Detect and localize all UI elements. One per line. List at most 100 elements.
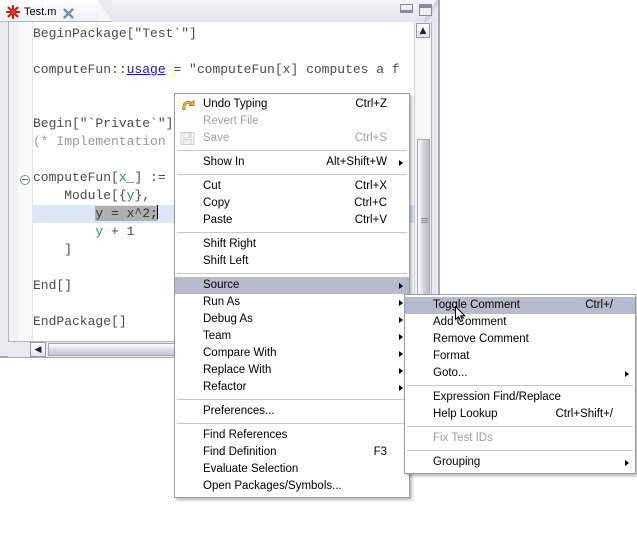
code-token: }, — [134, 188, 151, 203]
editor-tab-test-m[interactable]: Test.m — [0, 0, 98, 22]
menu-item-label: Save — [203, 132, 230, 144]
submenu-arrow-icon — [625, 370, 629, 377]
submenu-arrow-icon — [399, 350, 403, 357]
menu-item-label: Copy — [203, 197, 230, 209]
code-line: BeginPackage["Test`"] — [33, 25, 415, 43]
menu-separator — [177, 174, 407, 175]
mathematica-spikey-icon — [5, 4, 21, 19]
menu-item-label: Shift Right — [203, 238, 257, 250]
menu-item-preferences[interactable]: Preferences... — [175, 403, 409, 420]
menu-item-goto[interactable]: Goto... — [405, 365, 635, 382]
menu-separator — [407, 450, 633, 451]
menu-item-label: Undo Typing — [203, 98, 268, 110]
menu-item-team[interactable]: Team — [175, 328, 409, 345]
scroll-left-icon[interactable]: ◀ — [30, 342, 46, 357]
menu-item-help-lookup[interactable]: Help Lookup Ctrl+Shift+/ — [405, 406, 635, 423]
context-menu[interactable]: Undo Typing Ctrl+Z Revert File Save Ctrl+S Sh… — [174, 93, 410, 498]
menu-item-label: Remove Comment — [433, 333, 529, 345]
menu-item-label: Goto... — [433, 367, 468, 379]
menu-separator — [177, 399, 407, 400]
code-token: = "computeFun[x] computes a f — [165, 62, 400, 77]
scroll-left-glyph: ◀ — [34, 344, 42, 355]
menu-item-shortcut: Ctrl+/ — [585, 299, 613, 311]
menu-item-refactor[interactable]: Refactor — [175, 379, 409, 396]
code-token: (* Implementation — [33, 134, 166, 149]
submenu-arrow-icon — [399, 384, 403, 391]
code-token: EndPackage[] — [33, 314, 127, 329]
code-token: computeFun[ — [33, 170, 119, 185]
menu-item-format[interactable]: Format — [405, 348, 635, 365]
menu-item-label: Evaluate Selection — [203, 463, 299, 475]
code-token: ] — [33, 242, 73, 257]
menu-separator — [407, 426, 633, 427]
menu-item-label: Fix Test IDs — [433, 432, 493, 444]
menu-item-open-packages-symbols[interactable]: Open Packages/Symbols... — [175, 478, 409, 495]
menu-item-shortcut: Ctrl+Shift+/ — [555, 408, 613, 420]
menu-item-toggle-comment[interactable]: Toggle Comment Ctrl+/ — [405, 297, 635, 314]
code-token: Begin["`Private`"] — [33, 116, 174, 131]
menu-item-label: Team — [203, 330, 232, 342]
menu-item-revert-file: Revert File — [175, 113, 409, 130]
menu-item-label: Compare With — [203, 347, 277, 359]
menu-item-expression-find-replace[interactable]: Expression Find/Replace — [405, 389, 635, 406]
submenu-arrow-icon — [625, 459, 629, 466]
menu-item-shortcut: F3 — [373, 446, 387, 458]
menu-item-debug-as[interactable]: Debug As — [175, 311, 409, 328]
menu-item-shift-left[interactable]: Shift Left — [175, 253, 409, 270]
source-submenu[interactable]: Toggle Comment Ctrl+/ Add Comment Remove Co… — [404, 294, 636, 474]
menu-item-evaluate-selection[interactable]: Evaluate Selection — [175, 461, 409, 478]
code-line: computeFun::usage = "computeFun[x] compu… — [33, 61, 415, 79]
submenu-arrow-icon — [399, 282, 403, 289]
close-icon[interactable] — [63, 6, 75, 19]
tab-slant-decoration — [98, 0, 112, 22]
menu-item-replace-with[interactable]: Replace With — [175, 362, 409, 379]
menu-item-undo-typing[interactable]: Undo Typing Ctrl+Z — [175, 96, 409, 113]
minimize-button[interactable] — [400, 4, 413, 13]
maximize-button[interactable] — [419, 4, 432, 16]
scroll-up-icon[interactable]: ▲ — [416, 23, 430, 38]
menu-separator — [177, 150, 407, 151]
menu-item-paste[interactable]: Paste Ctrl+V — [175, 212, 409, 229]
menu-item-run-as[interactable]: Run As — [175, 294, 409, 311]
menu-item-label: Source — [203, 279, 240, 291]
window-controls — [400, 4, 432, 16]
submenu-arrow-icon — [399, 159, 403, 166]
code-token: Module[{ — [33, 188, 127, 203]
code-token: _] := — [126, 170, 166, 185]
submenu-arrow-icon — [399, 333, 403, 340]
menu-item-show-in[interactable]: Show In Alt+Shift+W — [175, 154, 409, 171]
fold-collapse-icon[interactable] — [20, 175, 30, 185]
menu-item-label: Find Definition — [203, 446, 277, 458]
menu-item-cut[interactable]: Cut Ctrl+X — [175, 178, 409, 195]
menu-item-shortcut: Ctrl+Z — [355, 98, 387, 110]
submenu-arrow-icon — [399, 299, 403, 306]
menu-item-remove-comment[interactable]: Remove Comment — [405, 331, 635, 348]
menu-item-label: Paste — [203, 214, 233, 226]
menu-item-label: Toggle Comment — [433, 299, 520, 311]
menu-item-label: Refactor — [203, 381, 247, 393]
menu-item-find-definition[interactable]: Find Definition F3 — [175, 444, 409, 461]
menu-item-add-comment[interactable]: Add Comment — [405, 314, 635, 331]
menu-item-label: Shift Left — [203, 255, 249, 267]
submenu-arrow-icon — [399, 316, 403, 323]
menu-item-shortcut: Ctrl+X — [354, 180, 387, 192]
vertical-scroll-thumb[interactable] — [417, 139, 430, 304]
menu-item-label: Help Lookup — [433, 408, 498, 420]
menu-item-shift-right[interactable]: Shift Right — [175, 236, 409, 253]
menu-item-shortcut: Ctrl+S — [354, 132, 387, 144]
menu-item-find-references[interactable]: Find References — [175, 427, 409, 444]
code-token: BeginPackage["Test`"] — [33, 26, 197, 41]
menu-item-label: Grouping — [433, 456, 481, 468]
menu-item-grouping[interactable]: Grouping — [405, 454, 635, 471]
menu-separator — [177, 273, 407, 274]
menu-item-copy[interactable]: Copy Ctrl+C — [175, 195, 409, 212]
save-icon — [180, 131, 196, 146]
menu-separator — [407, 385, 633, 386]
menu-item-source[interactable]: Source — [175, 277, 409, 294]
menu-item-label: Format — [433, 350, 470, 362]
menu-item-compare-with[interactable]: Compare With — [175, 345, 409, 362]
menu-item-label: Run As — [203, 296, 241, 308]
code-token: x — [118, 170, 127, 185]
submenu-arrow-icon — [399, 367, 403, 374]
